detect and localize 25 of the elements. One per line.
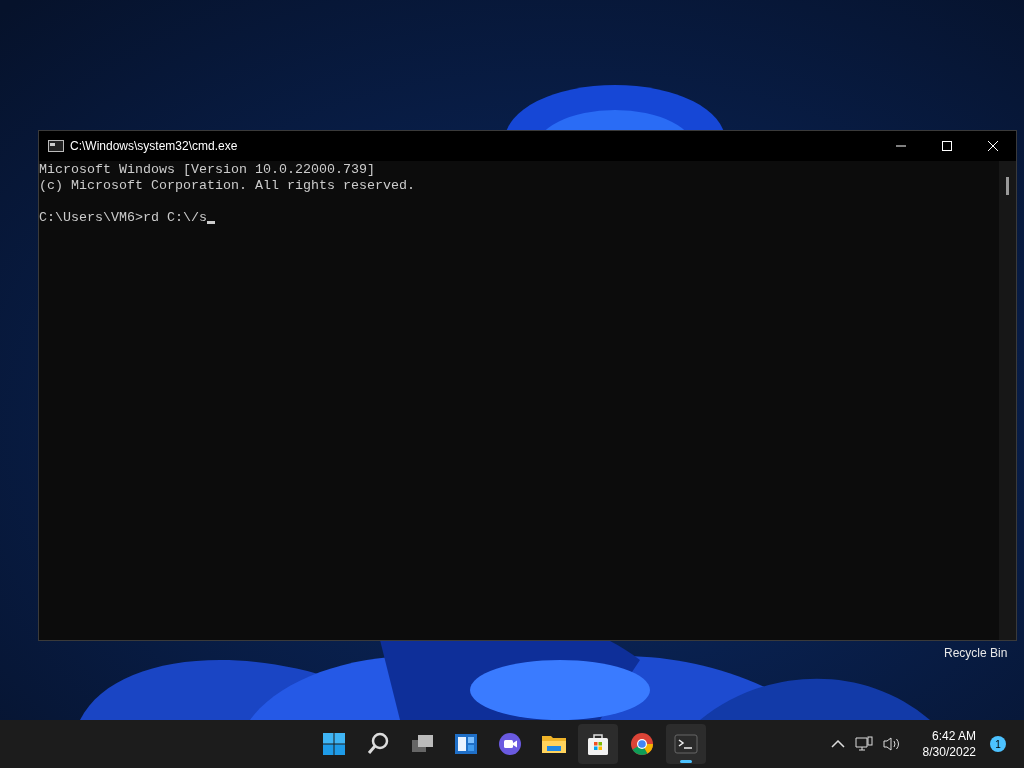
video-camera-icon (497, 731, 523, 757)
clock[interactable]: 6:42 AM 8/30/2022 (922, 728, 976, 760)
desktop-icon-label[interactable]: Recycle Bin (944, 646, 1008, 660)
color-wheel-icon (629, 731, 655, 757)
window-title: C:\Windows\system32\cmd.exe (70, 139, 238, 153)
time-text: 6:42 AM (931, 728, 976, 744)
taskbar-app-button[interactable] (578, 724, 618, 764)
maximize-icon (942, 141, 952, 151)
panels-icon (453, 731, 479, 757)
console-app-icon (48, 140, 64, 152)
chevron-up-icon[interactable] (830, 740, 845, 748)
terminal-icon (673, 731, 699, 757)
volume-icon[interactable] (882, 736, 901, 752)
console-line: Microsoft Windows [Version 10.0.22000.739] (39, 162, 376, 178)
notification-badge[interactable]: 1 (990, 736, 1006, 752)
search-icon (365, 731, 391, 757)
taskbar-app-button[interactable] (666, 724, 706, 764)
grid-icon (321, 731, 347, 757)
date-text: 8/30/2022 (922, 744, 976, 760)
close-icon (988, 141, 998, 151)
network-icon[interactable] (854, 736, 873, 752)
shopping-bag-icon (585, 731, 611, 757)
console-line: (c) Microsoft Corporation. All rights reserved. (39, 178, 416, 194)
scrollbar[interactable] (999, 161, 1016, 640)
command-prompt[interactable]: C:\Users\VM6>rd C:\/s (39, 210, 207, 226)
